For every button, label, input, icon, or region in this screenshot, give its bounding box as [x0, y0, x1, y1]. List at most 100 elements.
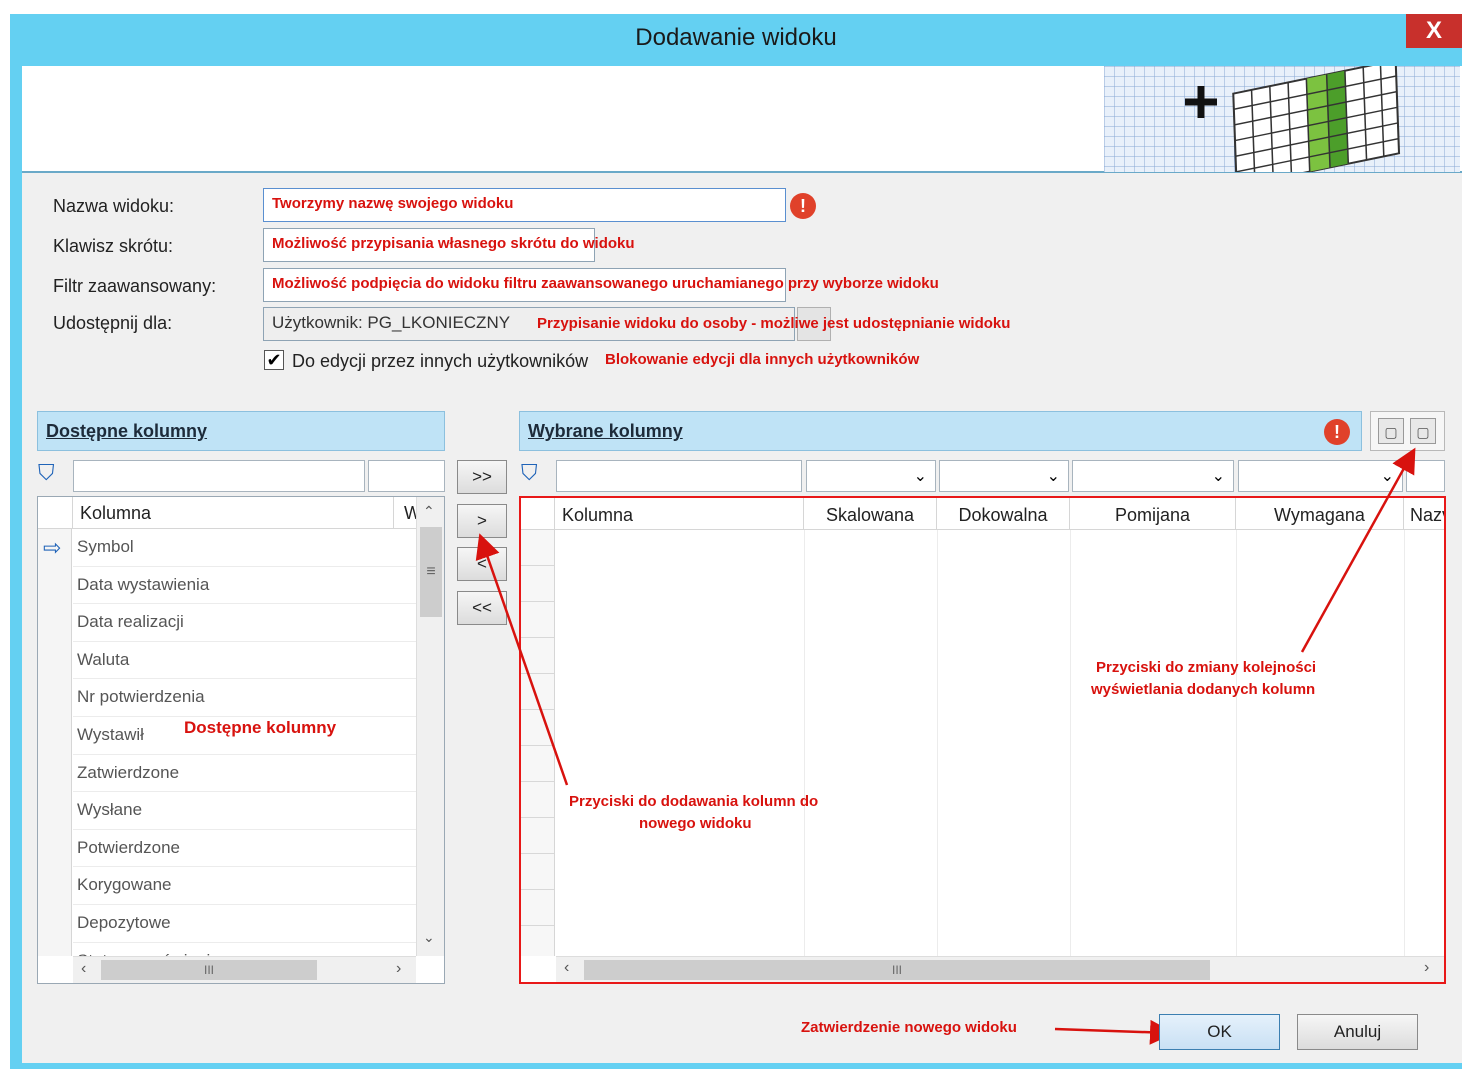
- list-item[interactable]: Depozytowe: [73, 905, 416, 943]
- chevron-right-icon[interactable]: ›: [1424, 959, 1429, 977]
- filter-combo-nazwa[interactable]: [1406, 460, 1445, 492]
- close-icon: X: [1425, 17, 1442, 44]
- view-name-label: Nazwa widoku:: [53, 196, 175, 216]
- list-item[interactable]: Waluta: [73, 642, 416, 680]
- grid-divider: [1404, 530, 1405, 956]
- window-title: Dodawanie widoku: [635, 24, 837, 51]
- scrollbar-thumb[interactable]: III: [101, 960, 317, 980]
- row-selector-column: [38, 529, 72, 956]
- available-annotation: Dostępne kolumny: [184, 718, 337, 737]
- available-filter-input-2[interactable]: [368, 460, 445, 492]
- edit-checkbox[interactable]: ✔: [264, 350, 284, 370]
- selected-grid-header: Kolumna Skalowana Dokowalna Pomijana Wym…: [521, 498, 1444, 530]
- filter-icon[interactable]: ⛉: [38, 460, 70, 490]
- shortcut-input[interactable]: Możliwość przypisania własnego skrótu do…: [263, 228, 635, 262]
- list-item[interactable]: Potwierdzone: [73, 830, 416, 868]
- add-grid-icon: [1104, 66, 1460, 172]
- list-item[interactable]: Symbol: [73, 529, 416, 567]
- selected-columns-grid: [519, 496, 1446, 984]
- close-button[interactable]: X: [1406, 14, 1462, 48]
- move-up-icon[interactable]: ▢: [1378, 418, 1404, 444]
- add-all-button[interactable]: >>: [457, 460, 507, 494]
- chevron-down-icon[interactable]: ⌄: [1047, 466, 1060, 486]
- grid-divider: [1070, 530, 1071, 956]
- available-grid-header: Kolumna W: [38, 497, 421, 529]
- chevron-down-icon[interactable]: ⌄: [914, 466, 927, 486]
- edit-annotation: Blokowanie edycji dla innych użytkownikó…: [605, 351, 920, 368]
- add-buttons-annotation-line1: Przyciski do dodawania kolumn do: [569, 793, 819, 810]
- share-label: Udostępnij dla:: [53, 313, 173, 333]
- available-vertical-scrollbar[interactable]: ⌃ ≡ ⌄: [416, 497, 444, 956]
- chevron-left-icon[interactable]: ‹: [564, 959, 569, 977]
- available-columns-header: Dostępne kolumny: [37, 411, 445, 451]
- add-buttons-annotation-line2: nowego widoku: [639, 815, 752, 832]
- available-columns-title: Dostępne kolumny: [46, 421, 208, 441]
- list-item[interactable]: Korygowane: [73, 867, 416, 905]
- row-selector-header: [521, 498, 555, 529]
- list-item[interactable]: Data realizacji: [73, 604, 416, 642]
- view-name-input[interactable]: Tworzymy nazwę swojego widoku: [263, 188, 786, 222]
- shortcut-label: Klawisz skrótu:: [53, 236, 174, 256]
- filter-combo-skalowana[interactable]: ⌄: [806, 460, 936, 492]
- scrollbar-thumb[interactable]: ≡: [420, 527, 442, 617]
- selected-horizontal-scrollbar[interactable]: ‹ III ›: [556, 956, 1444, 982]
- available-rows: Symbol Data wystawienia Data realizacji …: [73, 529, 416, 956]
- shortcut-value: Możliwość przypisania własnego skrótu do…: [272, 235, 635, 252]
- grid-divider: [804, 530, 805, 956]
- available-columns-list: ⇨ Symbol Data wystawienia Data realizacj…: [38, 529, 416, 956]
- column-header-dokowalna[interactable]: Dokowalna: [937, 498, 1070, 529]
- selected-columns-title: Wybrane kolumny: [528, 421, 683, 441]
- error-icon: !: [1324, 419, 1350, 445]
- filter-icon[interactable]: ⛉: [521, 460, 553, 490]
- selected-columns-header: Wybrane kolumny: [519, 411, 1362, 451]
- chevron-up-icon[interactable]: ⌃: [423, 503, 435, 520]
- list-item[interactable]: Status zamówienia: [73, 943, 416, 956]
- remove-all-button[interactable]: <<: [457, 591, 507, 625]
- arrow-right-icon: ⇨: [43, 535, 62, 560]
- filter-combo-wymagana[interactable]: ⌄: [1238, 460, 1403, 492]
- chevron-down-icon[interactable]: ⌄: [423, 929, 435, 946]
- chevron-left-icon[interactable]: ‹: [81, 960, 86, 978]
- order-buttons-group: ▢ ▢: [1370, 411, 1445, 451]
- grid-divider: [1236, 530, 1237, 956]
- scrollbar-thumb[interactable]: III: [584, 960, 1210, 980]
- column-header-kolumna[interactable]: Kolumna: [556, 498, 804, 529]
- column-header-nazwa[interactable]: Nazv: [1404, 498, 1444, 529]
- chevron-right-icon[interactable]: ›: [396, 960, 401, 978]
- ok-button[interactable]: OK: [1159, 1014, 1280, 1050]
- filter-combo-pomijana[interactable]: ⌄: [1072, 460, 1234, 492]
- edit-checkbox-label: Do edycji przez innych użytkowników: [292, 351, 589, 371]
- chevron-down-icon[interactable]: ⌄: [1381, 466, 1394, 486]
- grid-divider: [937, 530, 938, 956]
- column-header-skalowana[interactable]: Skalowana: [804, 498, 937, 529]
- advanced-filter-input[interactable]: Możliwość podpięcia do widoku filtru zaa…: [263, 268, 939, 302]
- confirm-annotation: Zatwierdzenie nowego widoku: [801, 1019, 1017, 1036]
- list-item[interactable]: Wysłane: [73, 792, 416, 830]
- column-header-pomijana[interactable]: Pomijana: [1070, 498, 1236, 529]
- column-header-kolumna[interactable]: Kolumna: [80, 503, 151, 524]
- order-buttons-annotation-line2: wyświetlania dodanych kolumn: [1091, 681, 1316, 698]
- order-buttons-annotation-line1: Przyciski do zmiany kolejności: [1096, 659, 1317, 676]
- remove-button[interactable]: <: [457, 547, 507, 581]
- add-button[interactable]: >: [457, 504, 507, 538]
- list-item[interactable]: Zatwierdzone: [73, 755, 416, 793]
- column-header-wymagana[interactable]: Wymagana: [1236, 498, 1404, 529]
- error-icon: !: [790, 193, 816, 219]
- filter-combo-dokowalna[interactable]: ⌄: [939, 460, 1069, 492]
- filter-value: Możliwość podpięcia do widoku filtru zaa…: [272, 275, 939, 292]
- advanced-filter-label: Filtr zaawansowany:: [53, 276, 217, 296]
- row-selector-header: [38, 497, 73, 529]
- available-filter-input[interactable]: [73, 460, 365, 492]
- available-horizontal-scrollbar[interactable]: ‹ III ›: [73, 956, 416, 983]
- chevron-down-icon[interactable]: ⌄: [1212, 466, 1225, 486]
- selected-row-selector-column: [521, 530, 555, 956]
- share-annotation: Przypisanie widoku do osoby - możliwe je…: [537, 315, 1011, 332]
- list-item[interactable]: Nr potwierdzenia: [73, 679, 416, 717]
- column-header-w[interactable]: W: [393, 497, 421, 529]
- view-name-value: Tworzymy nazwę swojego widoku: [272, 195, 514, 212]
- share-value: Użytkownik: PG_LKONIECZNY: [272, 313, 511, 332]
- cancel-button[interactable]: Anuluj: [1297, 1014, 1418, 1050]
- list-item[interactable]: Data wystawienia: [73, 567, 416, 605]
- move-down-icon[interactable]: ▢: [1410, 418, 1436, 444]
- selected-filter-input[interactable]: [556, 460, 802, 492]
